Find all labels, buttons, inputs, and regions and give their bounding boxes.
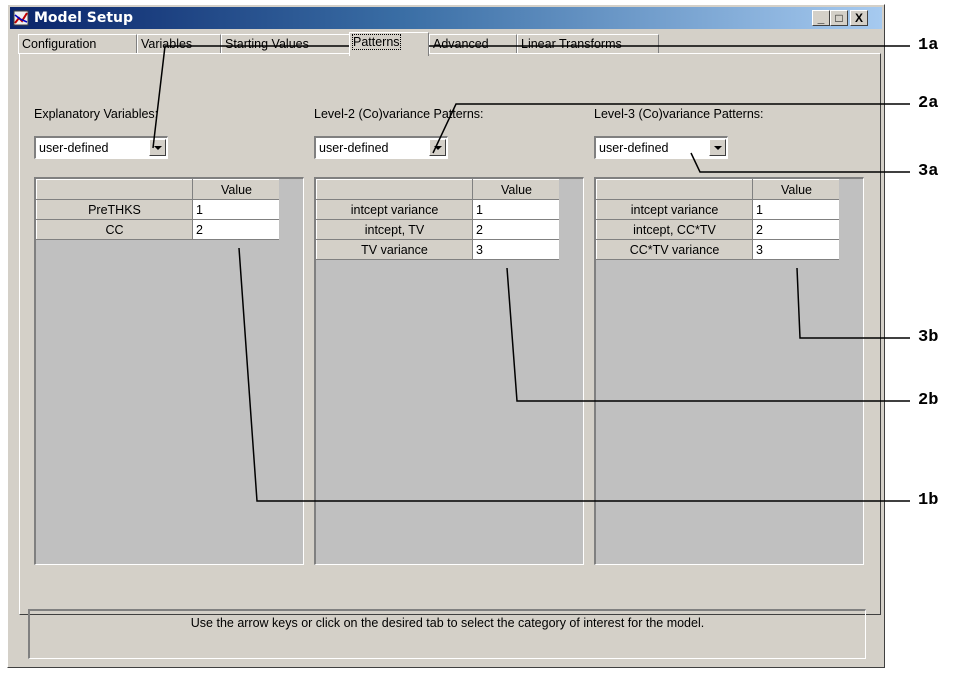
callout-label-2a: 2a — [918, 94, 939, 113]
tab-label: Patterns — [352, 34, 401, 50]
tab-patterns[interactable]: Patterns — [349, 32, 429, 56]
callout-line-1b — [238, 247, 910, 502]
callout-label-3a: 3a — [918, 162, 939, 181]
callout-line-3b — [796, 267, 910, 339]
callout-label-3b: 3b — [918, 328, 939, 347]
callout-line-3a — [690, 152, 910, 173]
callout-lines — [152, 45, 910, 502]
callout-line-2a — [432, 103, 910, 154]
callout-line-1a — [152, 45, 910, 149]
callout-label-1a: 1a — [918, 36, 939, 55]
callout-label-2b: 2b — [918, 391, 939, 410]
callout-line-2b — [506, 267, 910, 402]
callout-label-1b: 1b — [918, 491, 939, 510]
